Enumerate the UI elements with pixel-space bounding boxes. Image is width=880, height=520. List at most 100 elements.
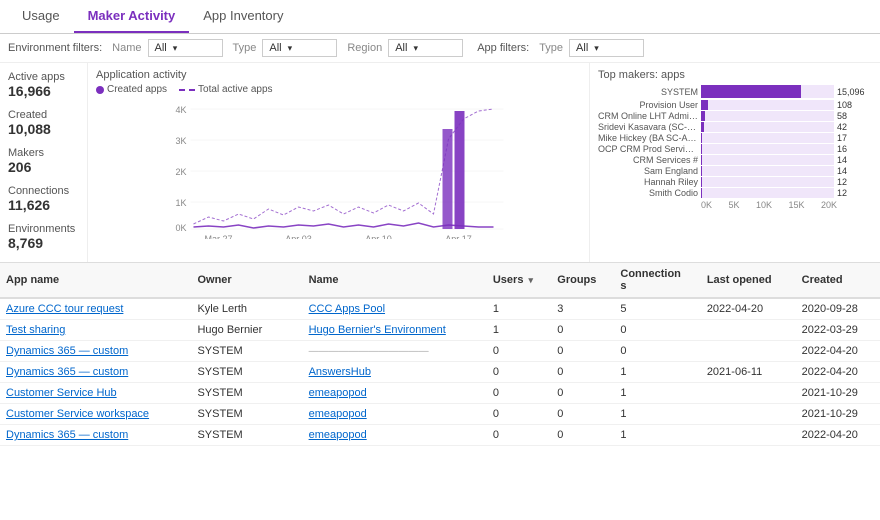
bar-axis-15k: 15K (788, 200, 804, 210)
cell-name[interactable]: AnswersHub (303, 362, 487, 383)
table-row: Dynamics 365 — custom SYSTEM AnswersHub … (0, 362, 880, 383)
bar-row-3: Sridevi Kasavara (SC-ACT) 42 (598, 122, 872, 132)
bar-fill-7 (701, 166, 702, 176)
cell-connections: 5 (614, 298, 700, 320)
svg-text:1K: 1K (175, 198, 186, 208)
cell-app-name[interactable]: Test sharing (0, 320, 191, 341)
stats-panel: Active apps 16,966 Created 10,088 Makers… (0, 63, 88, 262)
cell-groups: 0 (551, 425, 614, 446)
cell-last-opened (701, 341, 796, 362)
top-makers-chart: Top makers: apps SYSTEM 15,096 Provision… (590, 63, 880, 262)
cell-connections: 1 (614, 383, 700, 404)
type-filter-select[interactable]: All ▾ (262, 39, 337, 57)
bar-track-5 (701, 144, 834, 154)
bar-row-2: CRM Online LHT Admin # 58 (598, 111, 872, 121)
bar-track-3 (701, 122, 834, 132)
cell-groups: 0 (551, 320, 614, 341)
app-type-filter-select[interactable]: All ▾ (569, 39, 644, 57)
cell-created: 2022-04-20 (796, 425, 880, 446)
bar-value-5: 16 (837, 144, 872, 154)
col-connections-label: Connections (620, 268, 681, 292)
cell-app-name[interactable]: Customer Service workspace (0, 404, 191, 425)
chart-legend: Created apps Total active apps (96, 84, 581, 95)
cell-app-name[interactable]: Dynamics 365 — custom (0, 425, 191, 446)
table-row: Customer Service workspace SYSTEM emeapo… (0, 404, 880, 425)
app-activity-chart: Application activity Created apps Total … (88, 63, 590, 262)
cell-groups: 3 (551, 298, 614, 320)
bar-row-system: SYSTEM 15,096 (598, 85, 872, 98)
cell-name[interactable]: emeapopod (303, 404, 487, 425)
app-activity-title: Application activity (96, 69, 581, 81)
type-filter-value: All (269, 42, 281, 54)
legend-created-label: Created apps (107, 84, 167, 95)
region-filter-select[interactable]: All ▾ (388, 39, 463, 57)
cell-name: ———————————— (303, 341, 487, 362)
svg-text:Apr 17: Apr 17 (445, 234, 472, 239)
bar-track-9 (701, 188, 834, 198)
cell-app-name[interactable]: Customer Service Hub (0, 383, 191, 404)
legend-created-dot-icon (96, 86, 104, 94)
bar-fill-8 (701, 177, 702, 187)
bar-value-8: 12 (837, 177, 872, 187)
type-filter-label: Type (233, 42, 257, 54)
cell-owner: SYSTEM (191, 404, 302, 425)
bar-fill-6 (701, 155, 702, 165)
cell-last-opened: 2021-06-11 (701, 362, 796, 383)
tab-app-inventory[interactable]: App Inventory (189, 0, 297, 33)
bar-name-4: Mike Hickey (BA SC-ACT) (598, 133, 698, 143)
svg-text:Apr 10: Apr 10 (365, 234, 392, 239)
cell-name[interactable]: Hugo Bernier's Environment (303, 320, 487, 341)
stat-makers: Makers 206 (8, 147, 79, 175)
stat-created-value: 10,088 (8, 121, 79, 137)
cell-name[interactable]: CCC Apps Pool (303, 298, 487, 320)
tab-maker-activity[interactable]: Maker Activity (74, 0, 190, 33)
cell-owner: SYSTEM (191, 425, 302, 446)
app-type-filter-value: All (576, 42, 588, 54)
stat-active-apps-label: Active apps (8, 71, 79, 83)
bar-track-2 (701, 111, 834, 121)
table-row: Test sharing Hugo Bernier Hugo Bernier's… (0, 320, 880, 341)
col-app-name: App name (0, 263, 191, 298)
cell-users: 1 (487, 298, 551, 320)
bar-value-9: 12 (837, 188, 872, 198)
svg-text:3K: 3K (175, 136, 186, 146)
bar-fill-3 (701, 122, 704, 132)
stat-connections-value: 11,626 (8, 197, 79, 213)
col-users[interactable]: Users ▾ (487, 263, 551, 298)
cell-groups: 0 (551, 383, 614, 404)
cell-created: 2021-10-29 (796, 383, 880, 404)
legend-created: Created apps (96, 84, 167, 95)
cell-name[interactable]: emeapopod (303, 425, 487, 446)
cell-app-name[interactable]: Dynamics 365 — custom (0, 362, 191, 383)
bar-row-8: Hannah Riley 12 (598, 177, 872, 187)
name-filter-select[interactable]: All ▾ (148, 39, 223, 57)
cell-owner: SYSTEM (191, 362, 302, 383)
stat-makers-value: 206 (8, 159, 79, 175)
svg-text:0K: 0K (175, 223, 186, 233)
bar-name-8: Hannah Riley (598, 177, 698, 187)
cell-created: 2022-04-20 (796, 362, 880, 383)
type-chevron-icon: ▾ (288, 43, 293, 54)
cell-owner: Kyle Lerth (191, 298, 302, 320)
bar-name-1: Provision User (598, 100, 698, 110)
app-filters-label: App filters: (477, 42, 529, 54)
col-users-label: Users (493, 274, 524, 286)
app-type-chevron-icon: ▾ (594, 43, 599, 54)
cell-connections: 1 (614, 425, 700, 446)
bar-axis-5k: 5K (728, 200, 739, 210)
legend-total: Total active apps (179, 84, 273, 95)
cell-created: 2022-04-20 (796, 341, 880, 362)
bar-row-4: Mike Hickey (BA SC-ACT) 17 (598, 133, 872, 143)
cell-name[interactable]: emeapopod (303, 383, 487, 404)
cell-app-name[interactable]: Dynamics 365 — custom (0, 341, 191, 362)
bar-name-7: Sam England (598, 166, 698, 176)
bar-name-5: OCP CRM Prod Service A... (598, 144, 698, 154)
bar-fill-2 (701, 111, 705, 121)
bar-value-system: 15,096 (837, 87, 872, 97)
cell-app-name[interactable]: Azure CCC tour request (0, 298, 191, 320)
svg-text:2K: 2K (175, 167, 186, 177)
tab-usage[interactable]: Usage (8, 0, 74, 33)
name-filter-value: All (155, 42, 167, 54)
bar-fill-9 (701, 188, 702, 198)
table-row: Azure CCC tour request Kyle Lerth CCC Ap… (0, 298, 880, 320)
